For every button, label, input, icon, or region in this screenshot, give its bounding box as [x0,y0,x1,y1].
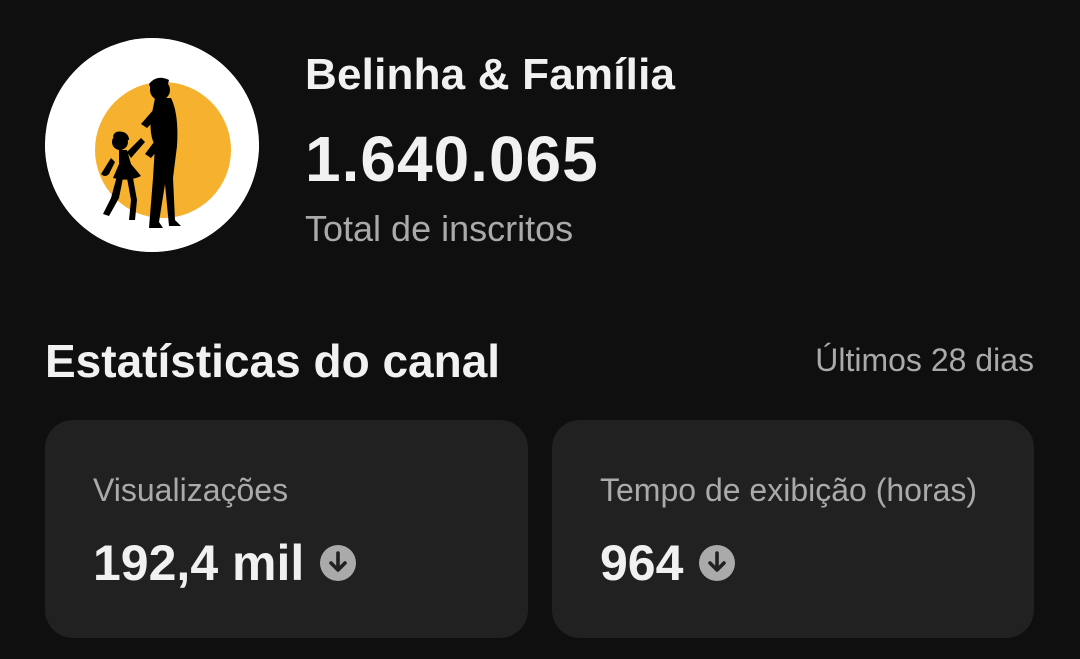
views-label: Visualizações [93,472,289,508]
watch-time-value: 964 [600,535,684,591]
views-card[interactable]: Visualizações 192,4 mil [45,420,528,638]
views-value: 192,4 mil [93,535,305,591]
section-title: Estatísticas do canal [45,335,501,387]
views-value-row: 192,4 mil [93,534,357,592]
watch-time-card[interactable]: Tempo de exibição (horas) 964 [552,420,1034,638]
watch-time-value-row: 964 [600,534,736,592]
arrow-down-circle-icon [699,545,736,581]
parent-child-silhouette-icon [45,38,259,252]
channel-name: Belinha & Família [305,50,676,99]
arrow-down-circle-icon [320,545,357,581]
channel-avatar[interactable] [45,38,259,252]
watch-time-label: Tempo de exibição (horas) [600,472,978,508]
subscriber-count: 1.640.065 [305,123,599,195]
period-label: Últimos 28 dias [815,342,1034,378]
subscriber-label: Total de inscritos [305,208,574,249]
